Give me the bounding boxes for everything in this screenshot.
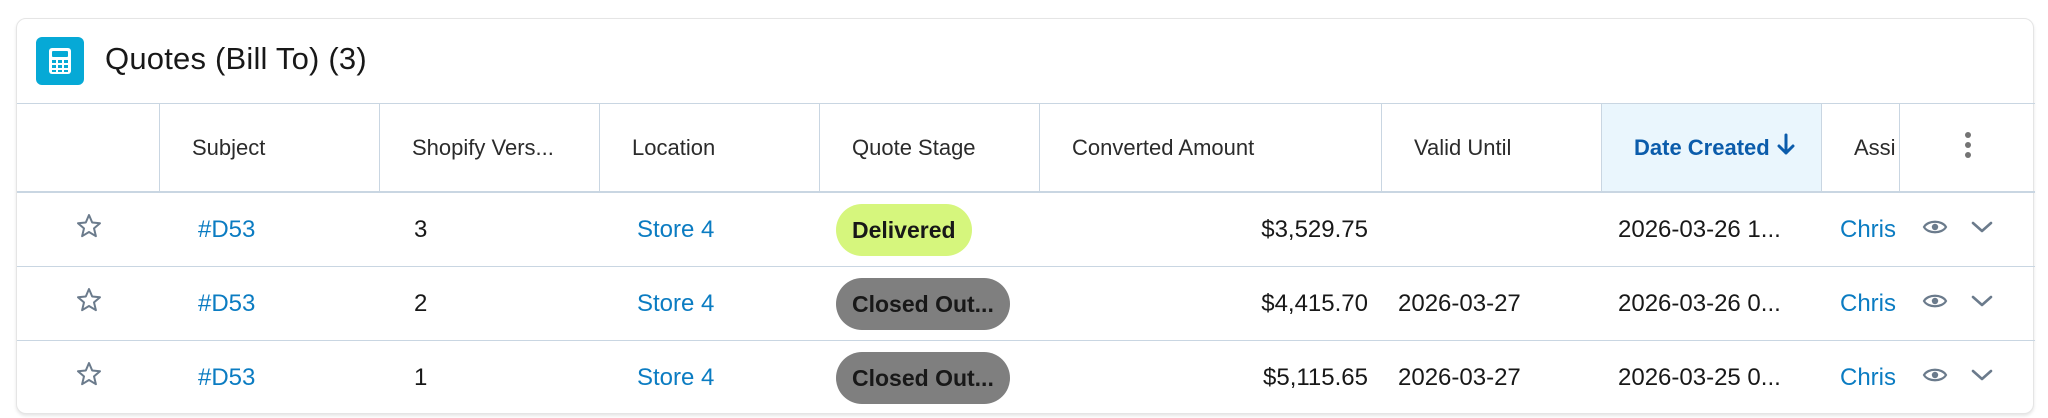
column-header-converted-amount[interactable]: Converted Amount — [1040, 104, 1382, 191]
valid-until-cell: 2026-03-27 — [1398, 363, 1521, 391]
shopify-version-cell: 2 — [414, 289, 428, 317]
column-header-subject[interactable]: Subject — [160, 104, 380, 191]
date-created-cell: 2026-03-26 0... — [1618, 289, 1781, 317]
more-vertical-icon — [1964, 131, 1972, 165]
star-icon — [76, 213, 102, 246]
quote-stage-badge: Closed Out... — [836, 351, 1010, 404]
star-button[interactable] — [17, 267, 160, 340]
converted-amount-cell: $5,115.65 — [1263, 363, 1368, 391]
related-list-card: Quotes (Bill To) (3) Subject Shopify Ver… — [16, 18, 2035, 414]
sort-descending-icon — [1776, 133, 1796, 163]
header-action-column — [17, 104, 160, 191]
subject-link[interactable]: #D53 — [160, 267, 380, 340]
column-header-quote-stage[interactable]: Quote Stage — [820, 104, 1040, 191]
date-created-cell: 2026-03-26 1... — [1618, 215, 1781, 243]
star-icon — [76, 361, 102, 394]
quotes-table: Subject Shopify Vers... Location Quote S… — [17, 103, 2035, 414]
date-created-cell: 2026-03-25 0... — [1618, 363, 1781, 391]
quote-stage-badge: Closed Out... — [836, 277, 1010, 330]
converted-amount-cell: $4,415.70 — [1261, 289, 1368, 317]
assigned-link[interactable]: Chris — [1822, 267, 1900, 340]
chevron-down-icon[interactable] — [1970, 219, 1994, 240]
location-link[interactable]: Store 4 — [600, 193, 820, 266]
subject-link[interactable]: #D53 — [160, 193, 380, 266]
calculator-icon — [36, 37, 84, 85]
quote-stage-badge: Delivered — [836, 203, 972, 256]
table-header-row: Subject Shopify Vers... Location Quote S… — [17, 103, 2035, 192]
converted-amount-cell: $3,529.75 — [1261, 215, 1368, 243]
location-link[interactable]: Store 4 — [600, 341, 820, 414]
eye-icon[interactable] — [1922, 292, 1948, 315]
column-header-valid-until[interactable]: Valid Until — [1382, 104, 1602, 191]
table-row: #D53 3 Store 4 Delivered $3,529.75 2026-… — [17, 192, 2035, 266]
eye-icon[interactable] — [1922, 218, 1948, 241]
star-button[interactable] — [17, 193, 160, 266]
table-row: #D53 2 Store 4 Closed Out... $4,415.70 2… — [17, 266, 2035, 340]
assigned-link[interactable]: Chris — [1822, 341, 1900, 414]
eye-icon[interactable] — [1922, 366, 1948, 389]
column-header-location[interactable]: Location — [600, 104, 820, 191]
column-header-assigned[interactable]: Assi — [1822, 104, 1900, 191]
column-header-shopify-version[interactable]: Shopify Vers... — [380, 104, 600, 191]
valid-until-cell — [1382, 193, 1602, 266]
chevron-down-icon[interactable] — [1970, 367, 1994, 388]
star-icon — [76, 287, 102, 320]
row-actions — [1900, 267, 2035, 340]
row-actions — [1900, 193, 2035, 266]
table-row: #D53 1 Store 4 Closed Out... $5,115.65 2… — [17, 340, 2035, 414]
subject-link[interactable]: #D53 — [160, 341, 380, 414]
assigned-link[interactable]: Chris — [1822, 193, 1900, 266]
location-link[interactable]: Store 4 — [600, 267, 820, 340]
card-title[interactable]: Quotes (Bill To) (3) — [105, 41, 367, 77]
shopify-version-cell: 1 — [414, 363, 428, 391]
valid-until-cell: 2026-03-27 — [1398, 289, 1521, 317]
chevron-down-icon[interactable] — [1970, 293, 1994, 314]
shopify-version-cell: 3 — [414, 215, 428, 243]
quote-stage-cell: Delivered — [820, 193, 1040, 266]
column-header-date-created-label: Date Created — [1634, 134, 1770, 160]
quote-stage-cell: Closed Out... — [820, 267, 1040, 340]
quote-stage-cell: Closed Out... — [820, 341, 1040, 414]
row-actions — [1900, 341, 2035, 414]
star-button[interactable] — [17, 341, 160, 414]
column-menu-button[interactable] — [1900, 104, 2035, 191]
column-header-date-created[interactable]: Date Created — [1602, 104, 1822, 191]
card-header: Quotes (Bill To) (3) — [17, 19, 2033, 104]
